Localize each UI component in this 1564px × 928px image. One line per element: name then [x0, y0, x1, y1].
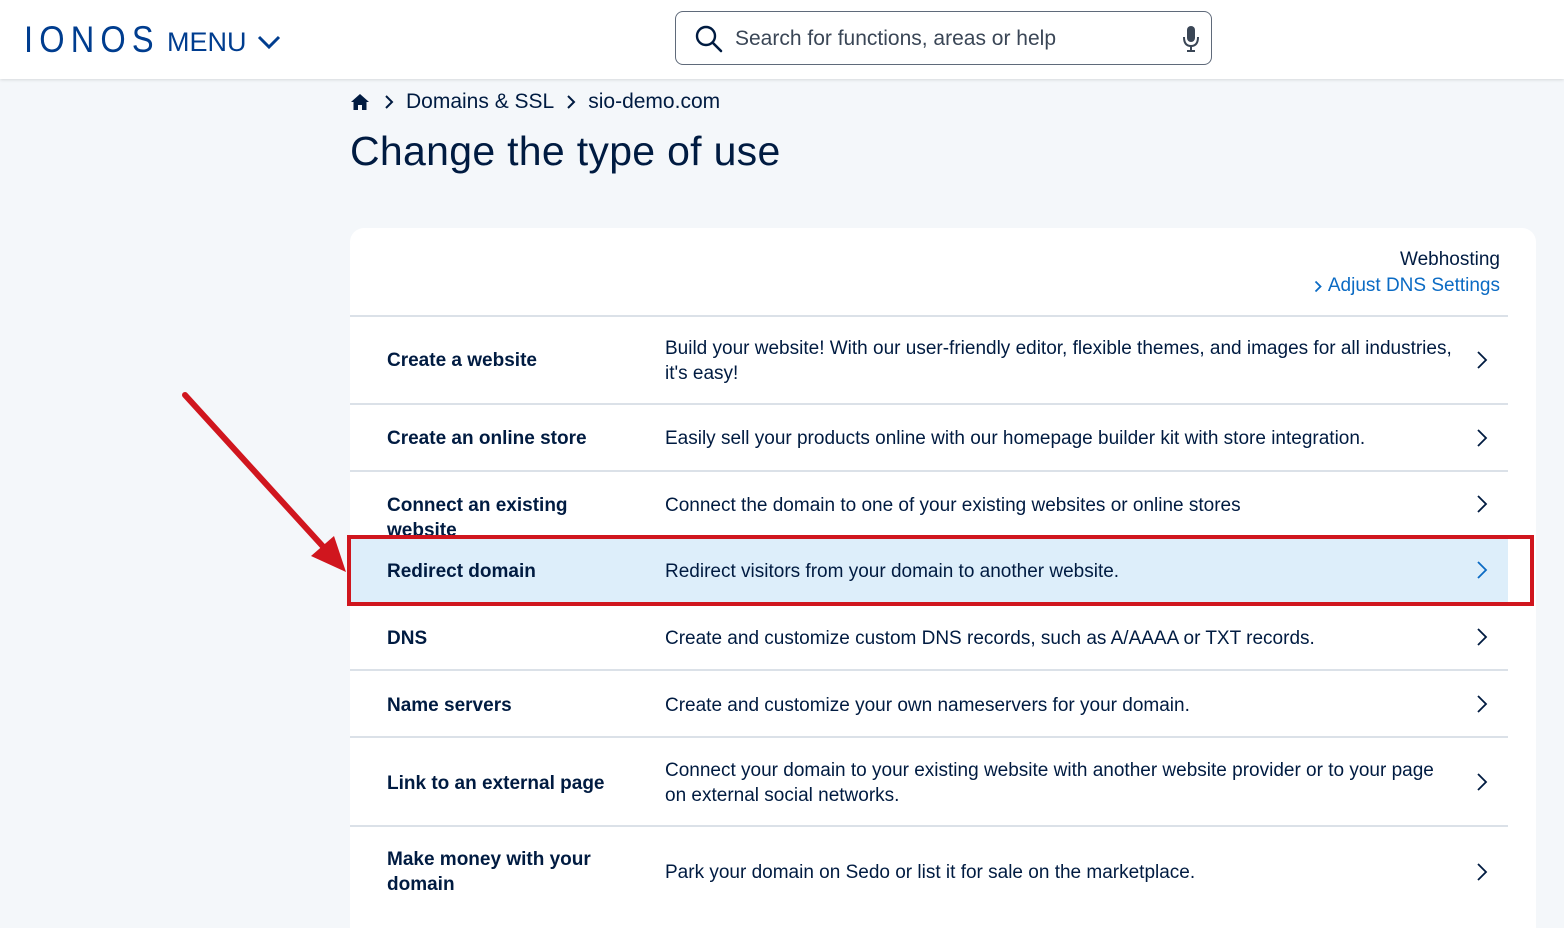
chevron-right-icon [385, 95, 394, 109]
current-usage-label: Webhosting [1400, 249, 1500, 270]
chevron-right-icon [567, 95, 576, 109]
breadcrumb-domain-name[interactable]: sio-demo.com [588, 90, 720, 114]
breadcrumb: Domains & SSL sio-demo.com [350, 90, 732, 114]
adjust-dns-link[interactable]: Adjust DNS Settings [1314, 272, 1500, 300]
chevron-right-icon [1477, 561, 1488, 579]
option-create-website[interactable]: Create a website Build your website! Wit… [350, 315, 1508, 405]
option-description: Easily sell your products online with ou… [665, 428, 1366, 449]
microphone-icon[interactable] [1181, 24, 1201, 54]
option-title: Name servers [387, 695, 512, 716]
option-connect-existing-website[interactable]: Connect an existing website Connect the … [350, 470, 1508, 541]
option-dns[interactable]: DNS Create and customize custom DNS reco… [350, 603, 1508, 670]
option-title: DNS [387, 628, 428, 649]
adjust-dns-label: Adjust DNS Settings [1327, 275, 1500, 296]
menu-button[interactable]: MENU [167, 27, 281, 57]
chevron-right-icon [1477, 773, 1488, 791]
option-description: Build your website! With our user-friend… [665, 338, 1452, 384]
option-description: Connect the domain to one of your existi… [665, 495, 1241, 516]
chevron-right-icon [1477, 628, 1488, 646]
option-title: Make money with your domain [387, 849, 591, 895]
search-box[interactable] [675, 11, 1212, 65]
option-description: Create and customize custom DNS records,… [665, 628, 1315, 649]
option-title: Create a website [387, 350, 537, 371]
search-icon [695, 25, 723, 53]
option-title: Redirect domain [387, 561, 536, 582]
home-icon[interactable] [350, 93, 370, 111]
current-usage: Webhosting Adjust DNS Settings [1314, 248, 1500, 300]
option-title: Create an online store [387, 428, 587, 449]
chevron-right-icon [1314, 280, 1322, 292]
option-link-external-page[interactable]: Link to an external page Connect your do… [350, 736, 1508, 826]
chevron-right-icon [1477, 495, 1488, 513]
usage-type-card: Webhosting Adjust DNS Settings Create a … [350, 228, 1536, 928]
option-description: Park your domain on Sedo or list it for … [665, 862, 1196, 883]
option-description: Connect your domain to your existing web… [665, 760, 1434, 806]
option-description: Redirect visitors from your domain to an… [665, 561, 1120, 582]
option-make-money[interactable]: Make money with your domain Park your do… [350, 825, 1508, 925]
option-create-online-store[interactable]: Create an online store Easily sell your … [350, 403, 1508, 471]
chevron-right-icon [1477, 429, 1488, 447]
ionos-logo[interactable]: IONOS [24, 20, 160, 60]
chevron-down-icon [257, 35, 280, 50]
search-input[interactable] [733, 21, 1167, 57]
chevron-right-icon [1477, 351, 1488, 369]
option-description: Create and customize your own nameserver… [665, 695, 1190, 716]
menu-label: MENU [167, 27, 247, 57]
option-title: Link to an external page [387, 773, 605, 794]
breadcrumb-domains[interactable]: Domains & SSL [406, 90, 554, 114]
option-name-servers[interactable]: Name servers Create and customize your o… [350, 669, 1508, 736]
page-title: Change the type of use [350, 128, 781, 174]
top-bar: IONOS MENU [0, 0, 1564, 79]
option-redirect-domain[interactable]: Redirect domain Redirect visitors from y… [350, 536, 1508, 604]
chevron-right-icon [1477, 863, 1488, 881]
annotation-arrow-icon [182, 392, 346, 572]
chevron-right-icon [1477, 695, 1488, 713]
